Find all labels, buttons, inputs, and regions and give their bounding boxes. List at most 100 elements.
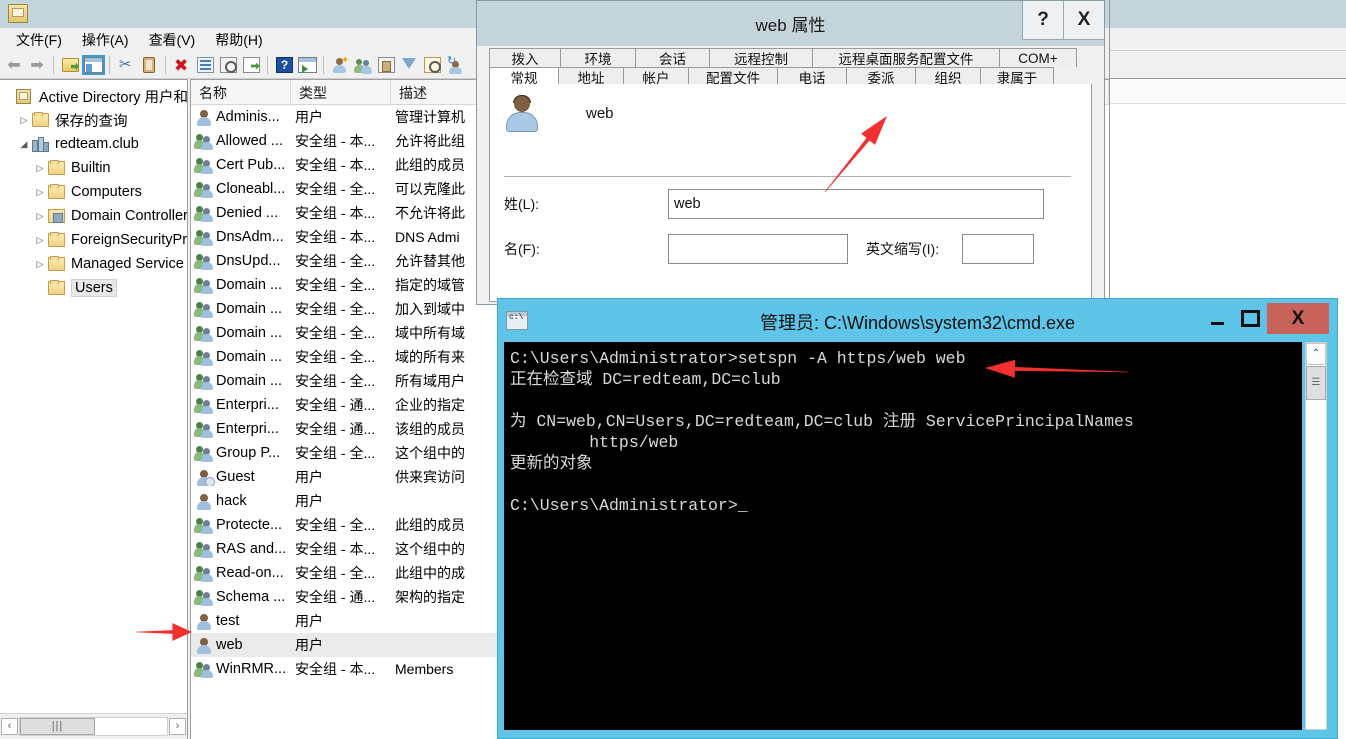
column-header-type[interactable]: 类型 (291, 80, 391, 104)
folder-icon (48, 183, 66, 200)
export-list-icon[interactable] (240, 54, 262, 76)
scroll-track[interactable]: ||| (19, 717, 168, 736)
tab-远程桌面服务配置文件[interactable]: 远程桌面服务配置文件 (812, 48, 1000, 67)
tree-item-builtin[interactable]: ▷ Builtin (0, 156, 187, 180)
tree-expander-icon[interactable]: ▷ (32, 163, 48, 174)
web-properties-dialog: web 属性 ? X 拨入 环境 会话 远程控制 远程桌面服务配置文件 COM+ 常规 地址… (476, 0, 1105, 305)
cell-name: test (191, 613, 291, 630)
maximize-button[interactable] (1234, 303, 1267, 334)
group-icon (194, 253, 213, 270)
object-name: Enterpri... (216, 421, 279, 437)
up-folder-icon[interactable] (59, 54, 81, 76)
folder-icon (48, 255, 66, 272)
first-name-field[interactable] (668, 234, 848, 264)
properties-tab-strip: 拨入 环境 会话 远程控制 远程桌面服务配置文件 COM+ 常规 地址 帐户 配置文件 电话 委派组… (489, 48, 1092, 86)
scroll-left-button[interactable]: ‹ (1, 718, 18, 735)
tree-item-domain-controller[interactable]: ▷ Domain Controller (0, 204, 187, 228)
help-icon[interactable]: ? (273, 54, 295, 76)
close-button[interactable]: X (1063, 1, 1104, 40)
menu-view[interactable]: 查看(V) (139, 28, 206, 52)
tree-item-computers[interactable]: ▷ Computers (0, 180, 187, 204)
cell-type: 安全组 - 本... (295, 133, 376, 149)
screen: 文件(F) 操作(A) 查看(V) 帮助(H) ⬅ ➡ ✂ ✖ ? ✦ ↻ Ac… (0, 0, 1346, 739)
find-icon[interactable] (217, 54, 239, 76)
group-icon (194, 205, 213, 222)
tab-COM+[interactable]: COM+ (999, 48, 1077, 67)
object-name: web (216, 637, 243, 653)
delete-icon[interactable]: ✖ (171, 54, 193, 76)
close-button[interactable]: X (1267, 303, 1329, 334)
minimize-button[interactable] (1201, 303, 1234, 334)
new-group-icon[interactable] (352, 54, 374, 76)
tree-item-managed-service[interactable]: ▷ Managed Service (0, 252, 187, 276)
menu-action[interactable]: 操作(A) (72, 28, 139, 52)
cell-type: 安全组 - 全... (295, 445, 376, 461)
background-window-toolbar (1110, 51, 1346, 79)
back-icon[interactable]: ⬅ (3, 54, 25, 76)
cell-name: Enterpri... (191, 421, 291, 438)
tab-拨入[interactable]: 拨入 (489, 48, 561, 67)
menu-help[interactable]: 帮助(H) (205, 28, 272, 52)
cell-name: RAS and... (191, 541, 291, 558)
show-hide-tree-icon[interactable] (82, 54, 105, 76)
column-header-name[interactable]: 名称 (191, 80, 291, 104)
scroll-right-button[interactable]: › (169, 718, 186, 735)
last-name-field[interactable]: web (668, 189, 1044, 219)
new-ou-icon[interactable] (375, 54, 397, 76)
tree-item-[interactable]: ▷ 保存的查询 (0, 108, 187, 132)
object-name: Denied ... (216, 205, 279, 221)
scroll-thumb[interactable]: ☰ (1306, 366, 1326, 400)
cell-type: 安全组 - 通... (295, 397, 376, 413)
find-objects-icon[interactable] (421, 54, 443, 76)
tree-expander-icon[interactable]: ▷ (32, 211, 48, 222)
folder-icon (48, 231, 66, 248)
console-vertical-scrollbar[interactable]: ⌃ ☰ (1305, 342, 1327, 730)
cell-type: 用户 (295, 109, 323, 125)
tree-expander-icon[interactable]: ▷ (32, 259, 48, 270)
refresh-user-icon[interactable]: ↻ (444, 54, 466, 76)
command-prompt-window: 管理员: C:\Windows\system32\cmd.exe X C:\Us… (497, 298, 1338, 739)
tree-expander-icon[interactable]: ▷ (32, 187, 48, 198)
tree-item-users[interactable]: Users (0, 276, 187, 300)
tree-item-redteam-club[interactable]: ◢ redteam.club (0, 132, 187, 156)
folder-icon (32, 111, 50, 128)
group-icon (194, 517, 213, 534)
first-name-row: 名(F): 英文缩写(I): (504, 234, 1034, 264)
cell-type: 安全组 - 全... (295, 373, 376, 389)
properties-icon[interactable] (194, 54, 216, 76)
cell-name: Domain ... (191, 373, 291, 390)
scroll-up-button[interactable]: ⌃ (1306, 343, 1326, 365)
mmc-window-icon (8, 4, 28, 23)
tab-环境[interactable]: 环境 (560, 48, 636, 67)
paste-icon[interactable] (138, 54, 160, 76)
user-icon (195, 637, 213, 654)
object-name: Schema ... (216, 589, 286, 605)
scroll-thumb[interactable]: ||| (20, 718, 95, 735)
cell-type: 安全组 - 全... (295, 253, 376, 269)
console-output-area[interactable]: C:\Users\Administrator>setspn -A https/w… (504, 342, 1302, 730)
forward-icon[interactable]: ➡ (26, 54, 48, 76)
filter-icon[interactable] (398, 54, 420, 76)
tab-会话[interactable]: 会话 (635, 48, 710, 67)
new-console-view-icon[interactable] (296, 54, 318, 76)
user-icon (195, 493, 213, 510)
cell-type: 用户 (295, 469, 323, 485)
tab-远程控制[interactable]: 远程控制 (709, 48, 813, 67)
user-display-name: web (586, 104, 614, 122)
tree-item-active-directory[interactable]: Active Directory 用户和 (0, 84, 187, 108)
group-icon (194, 349, 213, 366)
menu-file[interactable]: 文件(F) (6, 28, 72, 52)
tree-expander-icon[interactable]: ▷ (16, 115, 32, 126)
cut-icon[interactable]: ✂ (115, 54, 137, 76)
object-name: Cloneabl... (216, 181, 286, 197)
help-button[interactable]: ? (1022, 1, 1063, 40)
tree-horizontal-scrollbar[interactable]: ‹ ||| › (0, 713, 187, 739)
cell-name: Allowed ... (191, 133, 291, 150)
tree-item-foreignsecuritypr[interactable]: ▷ ForeignSecurityPr (0, 228, 187, 252)
cell-type: 安全组 - 本... (295, 229, 376, 245)
new-user-icon[interactable]: ✦ (329, 54, 351, 76)
tree-expander-icon[interactable]: ▷ (32, 235, 48, 246)
general-tab-page: web 姓(L): web 名(F): 英文缩写(I): (489, 84, 1092, 302)
tree-expander-icon[interactable]: ◢ (16, 139, 32, 150)
initials-field[interactable] (962, 234, 1034, 264)
